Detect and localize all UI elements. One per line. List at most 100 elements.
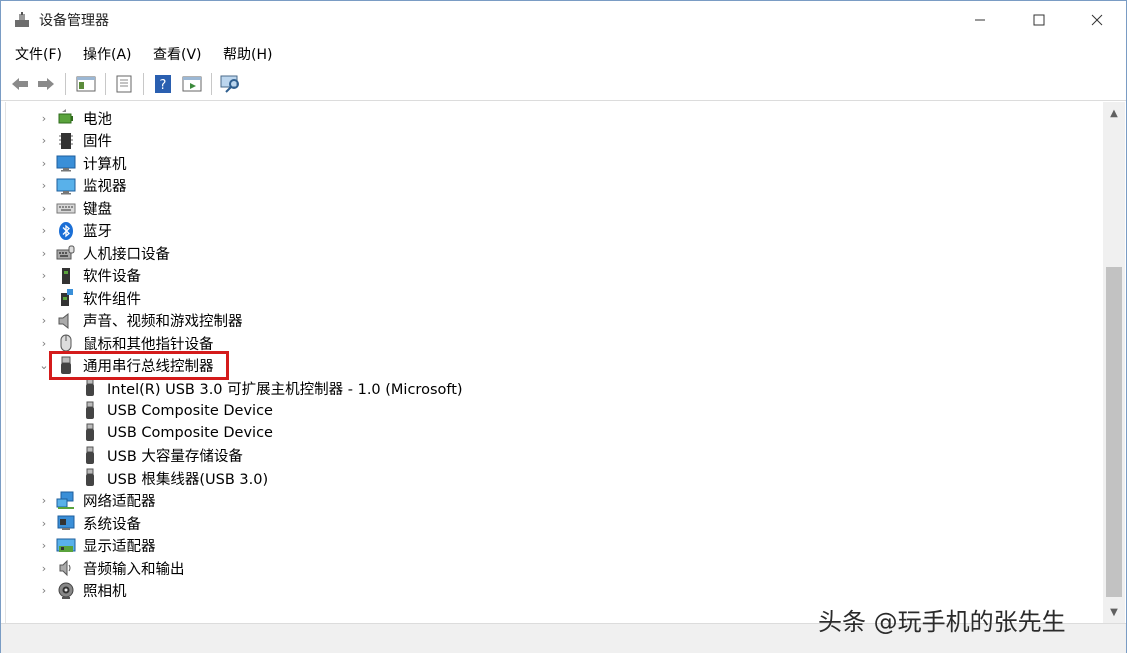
tree-category[interactable]: › 照相机 [6,580,1096,602]
tree-device-item[interactable]: USB 大容量存储设备 [6,445,1096,467]
expand-chevron-icon[interactable]: › [38,152,50,174]
expand-chevron-icon[interactable]: › [38,197,50,219]
system-device-icon [56,513,76,533]
network-adapter-icon [56,491,76,511]
back-arrow-icon[interactable] [9,73,31,95]
device-label: USB Composite Device [107,425,273,441]
tree-category[interactable]: › 音频输入和输出 [6,557,1096,579]
show-hide-console-tree-icon[interactable] [75,73,97,95]
highlight-box [49,351,229,380]
action-pane-icon[interactable] [181,73,203,95]
tree-device-item[interactable]: USB Composite Device [6,400,1096,422]
expand-chevron-icon[interactable]: › [38,310,50,332]
category-label: 蓝牙 [83,224,112,240]
expand-chevron-icon[interactable]: › [38,107,50,129]
expand-chevron-icon[interactable]: › [38,535,50,557]
svg-text:?: ? [160,78,167,93]
vertical-scrollbar[interactable]: ▲ ▼ [1103,102,1125,623]
hid-icon [56,243,76,263]
watermark: 头条 @玩手机的张先生 [818,608,1066,636]
category-label: 计算机 [83,156,127,173]
title-bar[interactable]: 设备管理器 [1,1,1126,39]
category-label: 显示适配器 [83,539,156,555]
tree-category[interactable]: › 固件 [6,130,1096,152]
category-label: 软件设备 [83,269,141,285]
properties-icon[interactable] [113,73,135,95]
tree-category[interactable]: › 软件组件 [6,287,1096,309]
tree-category[interactable]: › 监视器 [6,175,1096,197]
window-title: 设备管理器 [39,13,109,29]
computer-icon [56,153,76,173]
toolbar-separator [211,73,212,95]
maximize-button[interactable] [1010,1,1068,39]
monitor-icon [56,176,76,196]
software-device-icon [56,266,76,286]
expand-chevron-icon[interactable]: › [38,175,50,197]
expand-chevron-icon[interactable]: › [38,580,50,602]
expand-chevron-icon[interactable]: › [38,220,50,242]
category-label: 固件 [83,134,112,150]
scan-hardware-icon[interactable] [220,73,242,95]
close-button[interactable] [1068,1,1126,39]
device-manager-app-icon [13,11,31,29]
expand-chevron-icon[interactable]: › [38,265,50,287]
display-adapter-icon [56,536,76,556]
device-label: Intel(R) USB 3.0 可扩展主机控制器 - 1.0 (Microso… [107,381,463,398]
category-label: 人机接口设备 [83,246,170,263]
toolbar-separator [105,73,106,95]
usb-device-icon [80,468,100,488]
category-label: 声音、视频和游戏控制器 [83,314,243,330]
forward-arrow-icon[interactable] [35,73,57,95]
menu-action[interactable]: 操作(A) [83,44,132,64]
toolbar-separator [65,73,66,95]
scroll-down-icon[interactable]: ▼ [1103,601,1125,623]
usb-device-icon [80,446,100,466]
category-label: 软件组件 [83,291,141,308]
category-label: 网络适配器 [83,494,156,510]
tree-device-item[interactable]: Intel(R) USB 3.0 可扩展主机控制器 - 1.0 (Microso… [6,377,1096,399]
toolbar: ? [1,67,1126,101]
software-component-icon [56,288,76,308]
category-label: 音频输入和输出 [83,561,185,578]
device-label: USB 大容量存储设备 [107,449,243,465]
camera-icon [56,581,76,601]
device-label: USB 根集线器(USB 3.0) [107,471,269,488]
category-label: 电池 [83,111,112,128]
firmware-chip-icon [56,131,76,151]
expand-chevron-icon[interactable]: › [38,557,50,579]
tree-category[interactable]: › 蓝牙 [6,220,1096,242]
minimize-button[interactable] [951,1,1009,39]
tree-category[interactable]: › 人机接口设备 [6,242,1096,264]
scroll-up-icon[interactable]: ▲ [1103,102,1125,124]
expand-chevron-icon[interactable]: › [38,242,50,264]
help-icon[interactable]: ? [152,73,174,95]
scrollbar-thumb[interactable] [1106,267,1122,597]
speaker-icon [56,311,76,331]
category-label: 监视器 [83,179,127,195]
tree-category[interactable]: › 键盘 [6,197,1096,219]
tree-category[interactable]: › 显示适配器 [6,535,1096,557]
tree-category[interactable]: › 声音、视频和游戏控制器 [6,310,1096,332]
device-manager-window: 设备管理器 文件(F) 操作(A) 查看(V) 帮助(H) ? › 电池 › 固… [0,0,1127,653]
tree-device-item[interactable]: USB Composite Device [6,422,1096,444]
tree-category[interactable]: › 计算机 [6,152,1096,174]
menu-file[interactable]: 文件(F) [15,44,62,64]
audio-io-icon [56,558,76,578]
menu-help[interactable]: 帮助(H) [223,44,272,64]
tree-category[interactable]: › 网络适配器 [6,490,1096,512]
tree-device-item[interactable]: USB 根集线器(USB 3.0) [6,467,1096,489]
category-label: 照相机 [83,584,127,600]
battery-icon [56,108,76,128]
tree-category[interactable]: › 系统设备 [6,512,1096,534]
expand-chevron-icon[interactable]: › [38,130,50,152]
bluetooth-icon [56,221,76,241]
expand-chevron-icon[interactable]: › [38,490,50,512]
mouse-icon [56,333,76,353]
usb-device-icon [80,423,100,443]
expand-chevron-icon[interactable]: › [38,287,50,309]
expand-chevron-icon[interactable]: › [38,512,50,534]
tree-category[interactable]: › 电池 [6,107,1096,129]
menu-view[interactable]: 查看(V) [153,44,202,64]
menu-bar: 文件(F) 操作(A) 查看(V) 帮助(H) [1,39,1126,67]
tree-category[interactable]: › 软件设备 [6,265,1096,287]
